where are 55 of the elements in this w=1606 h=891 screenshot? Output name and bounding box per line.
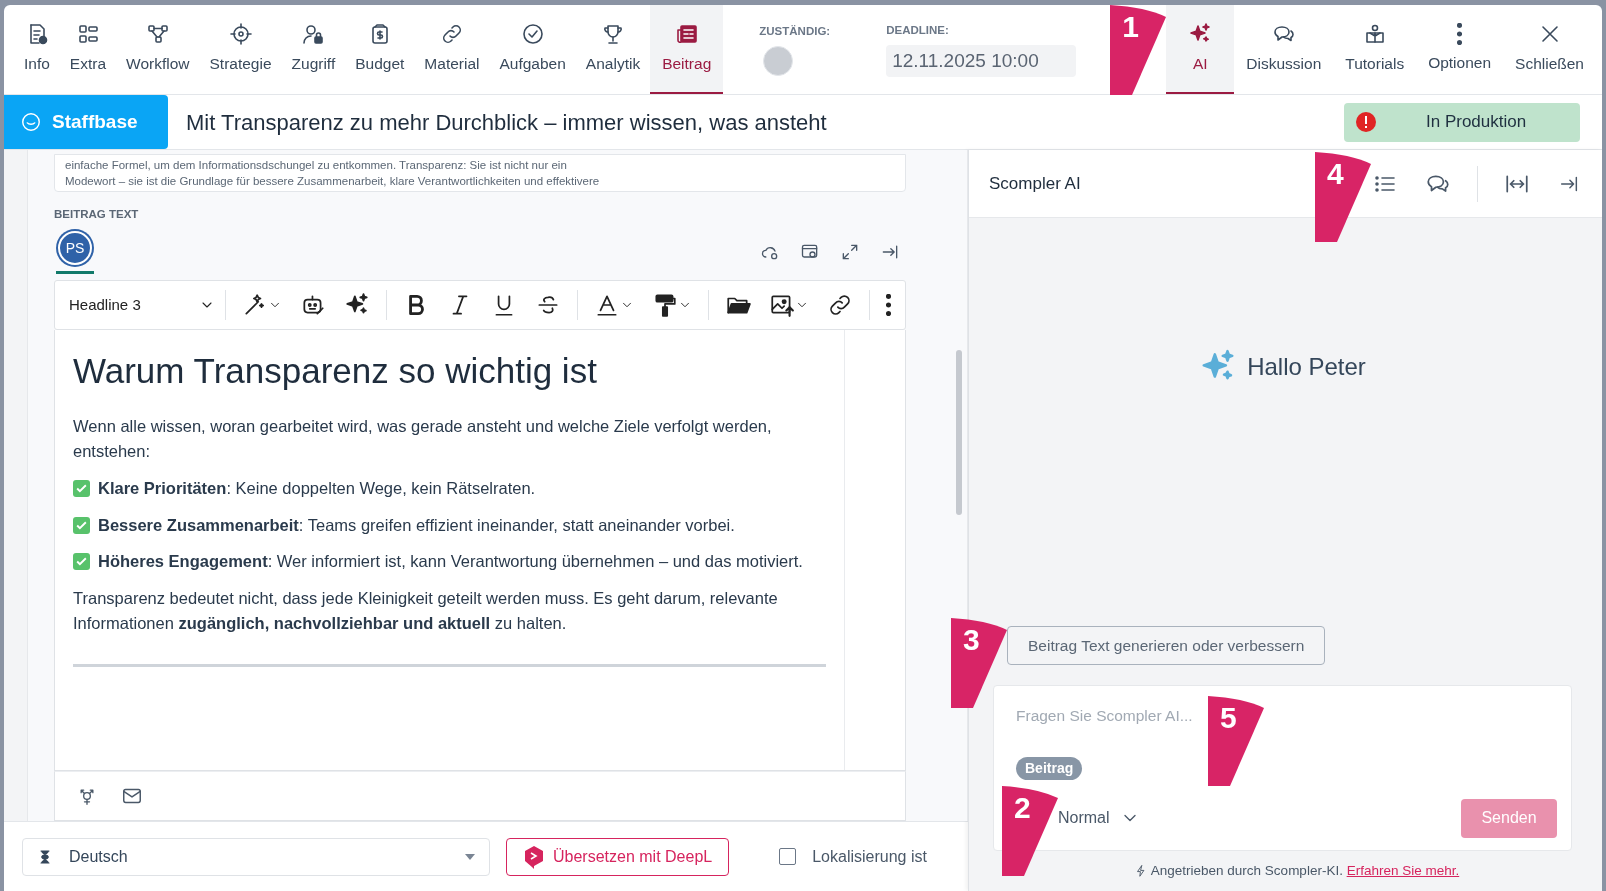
nav-tab[interactable]: Schließen bbox=[1503, 5, 1596, 94]
nav-tab[interactable]: Workflow bbox=[116, 5, 200, 94]
nav-tab[interactable]: Beitrag bbox=[650, 5, 724, 94]
learn-more-link[interactable]: Erfahren Sie mehr. bbox=[1346, 862, 1460, 878]
checkbox-label: Lokalisierung ist bbox=[812, 846, 927, 867]
nav-tab[interactable]: Optionen bbox=[1416, 5, 1504, 94]
nav-tab[interactable]: Budget bbox=[345, 5, 415, 94]
nav-tab[interactable]: Tutorials bbox=[1333, 5, 1417, 94]
deadline-field: 12.11.2025 10:00 bbox=[886, 44, 1077, 78]
list-item-text: Höheres Engagement: Wer informiert ist, kann Verantwortung übernehmen – und das motiviert. bbox=[98, 551, 803, 573]
deepl-logo-icon bbox=[523, 844, 545, 869]
list-item-text: Klare Prioritäten: Keine doppelten Wege, kein Rätselraten. bbox=[98, 477, 536, 499]
image-upload-icon bbox=[769, 292, 796, 319]
caret-down-icon bbox=[465, 853, 475, 860]
scrollbar-thumb[interactable] bbox=[956, 350, 962, 515]
translate-button[interactable]: Übersetzen mit DeepL bbox=[506, 837, 730, 876]
nav-tab[interactable]: Extra bbox=[59, 5, 117, 94]
more-vertical-icon bbox=[886, 294, 892, 317]
field-label: ZUSTÄNDIG: bbox=[759, 23, 831, 39]
checkbox[interactable] bbox=[779, 848, 797, 865]
context-tag: Beitrag bbox=[1016, 757, 1083, 780]
logo-ring-icon bbox=[20, 111, 42, 133]
check-circle-icon bbox=[520, 21, 545, 46]
paint-roller-icon bbox=[652, 292, 679, 319]
nav-tab[interactable]: Diskussion bbox=[1234, 5, 1334, 94]
nav-tab[interactable]: AI bbox=[1166, 5, 1235, 94]
mode-dropdown[interactable]: Normal bbox=[1058, 806, 1140, 831]
section-label: BEITRAG TEXT bbox=[54, 207, 140, 223]
greeting-text: Hallo Peter bbox=[1247, 351, 1366, 382]
alert-icon bbox=[1356, 112, 1376, 132]
nav-tab[interactable]: Material bbox=[414, 5, 490, 94]
nav-tab[interactable]: Analytik bbox=[575, 5, 651, 94]
chat-input-field[interactable]: Fragen Sie Scompler AI... bbox=[1016, 703, 1196, 727]
avatar-placeholder bbox=[763, 46, 794, 77]
post-title: Mit Transparenz zu mehr Durchblick – immer wissen, was ansteht bbox=[186, 108, 828, 137]
nav-tab[interactable]: Strategie bbox=[199, 5, 282, 94]
suggestion-button[interactable]: Beitrag Text generieren oder verbessern bbox=[1007, 625, 1326, 665]
panel-title: Scompler AI bbox=[989, 172, 1081, 195]
more-vertical-icon bbox=[1457, 22, 1463, 45]
format-dropdown[interactable]: Headline 3 bbox=[69, 294, 216, 317]
paragraph: Wenn alle wissen, woran gearbeitet wird, was gerade ansteht und welche Ziele verfolgt werden, entstehen: bbox=[73, 416, 773, 463]
excerpt-field[interactable]: einfache Formel, um dem Informationsdschungel zu entkommen. Transparenz: Sie ist nicht nur ein Modewort – sie ist die Grundlage für bessere Zusammenarbeit, klare Verantwortlichkeiten und effektivere bbox=[54, 154, 906, 193]
list-item-text: Bessere Zusammenarbeit: Teams greifen effizient ineinander, statt aneinander vorbei. bbox=[98, 514, 735, 536]
user-avatar[interactable]: PS bbox=[58, 231, 92, 266]
nav-tab[interactable]: Info bbox=[14, 5, 60, 94]
nav-tab[interactable]: Zugriff bbox=[281, 5, 346, 94]
brand-logo: Staffbase bbox=[4, 95, 168, 149]
language-dropdown[interactable]: Deutsch bbox=[22, 837, 490, 876]
nav-tab[interactable]: Aufgaben bbox=[489, 5, 576, 94]
crosshair-icon bbox=[228, 21, 253, 46]
status-badge: In Produktion bbox=[1344, 102, 1580, 142]
footnote-text: Angetrieben durch Scompler-KI. bbox=[1149, 862, 1344, 878]
heading: Warum Transparenz so wichtig ist bbox=[73, 350, 598, 393]
paragraph: Transparenz bedeutet nicht, dass jede Kleinigkeit geteilt werden muss. Es geht darum, relevante Informationen zugänglich, nachvollziehbar und aktuell zu halten. bbox=[73, 588, 779, 634]
field-label: DEADLINE: bbox=[886, 22, 950, 38]
